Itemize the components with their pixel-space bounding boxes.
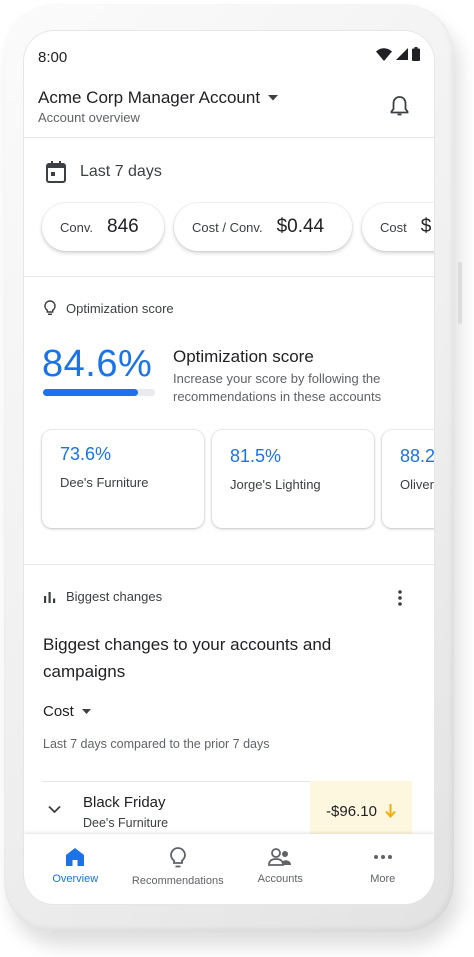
account-name: Acme Corp Manager Account xyxy=(38,88,261,107)
lightbulb-icon xyxy=(169,847,186,868)
account-name: Jorge's Lighting xyxy=(230,477,321,492)
metric-chip-cost-per-conversion[interactable]: Cost / Conv. $0.44 xyxy=(174,203,352,251)
list-item[interactable]: Black Friday Dee's Furniture -$96.10 xyxy=(42,781,412,841)
nav-overview[interactable]: Overview xyxy=(24,834,127,904)
metric-value: $ xyxy=(420,216,432,237)
section-divider xyxy=(24,564,434,565)
section-divider xyxy=(24,276,434,277)
metric-label: Cost xyxy=(380,219,407,235)
overflow-menu-button[interactable] xyxy=(398,590,402,611)
dropdown-arrow-icon xyxy=(81,709,91,714)
optimization-score-value: 84.6% xyxy=(42,343,153,385)
optimization-progress-bar xyxy=(43,389,155,396)
account-score: 88.2 xyxy=(400,446,434,466)
account-name: Oliver xyxy=(400,477,434,492)
metric-chip-conversions[interactable]: Conv. 846 xyxy=(42,203,164,251)
metric-dropdown-label: Cost xyxy=(43,703,74,720)
more-vertical-icon xyxy=(398,590,402,606)
nav-more[interactable]: More xyxy=(332,834,435,904)
nav-label: Overview xyxy=(52,873,99,885)
optimization-section-label: Optimization score xyxy=(66,300,174,316)
biggest-changes-label: Biggest changes xyxy=(66,589,163,604)
phone-side-button xyxy=(458,262,462,324)
arrow-down-icon xyxy=(385,804,396,818)
date-range-label: Last 7 days xyxy=(80,163,162,180)
nav-recommendations[interactable]: Recommendations xyxy=(127,834,230,904)
metric-value: 846 xyxy=(107,216,139,237)
home-icon xyxy=(66,848,85,866)
account-name: Dee's Furniture xyxy=(60,475,149,490)
app-screen: 8:00 Acme Corp Manager Account Account o… xyxy=(24,31,434,904)
biggest-changes-header: Biggest changes xyxy=(44,589,162,604)
status-icons xyxy=(376,47,420,61)
lightbulb-icon xyxy=(44,300,56,316)
status-time: 8:00 xyxy=(38,49,68,66)
optimization-section-header: Optimization score xyxy=(44,300,174,316)
bottom-navigation: Overview Recommendations Accounts More xyxy=(24,834,434,904)
row-subtitle: Dee's Furniture xyxy=(83,816,169,830)
date-range-selector[interactable]: Last 7 days xyxy=(46,161,162,183)
biggest-changes-title: Biggest changes to your accounts and cam… xyxy=(43,635,332,681)
account-subtitle: Account overview xyxy=(38,110,140,125)
metric-label: Cost / Conv. xyxy=(192,219,263,235)
battery-icon xyxy=(412,47,420,61)
more-horizontal-icon xyxy=(373,855,392,859)
comparison-note: Last 7 days compared to the prior 7 days xyxy=(43,737,270,751)
metric-value: $0.44 xyxy=(276,216,325,237)
delta-value: -$96.10 xyxy=(326,802,377,820)
optimization-progress-fill xyxy=(43,389,138,396)
wifi-icon xyxy=(376,47,392,61)
nav-label: Accounts xyxy=(257,873,303,885)
calendar-icon xyxy=(46,161,66,183)
optimization-description: Increase your score by following the rec… xyxy=(173,371,382,404)
notifications-button[interactable] xyxy=(390,95,409,122)
accounts-icon xyxy=(268,848,292,866)
bell-icon xyxy=(390,96,409,116)
account-score-card[interactable]: 81.5% Jorge's Lighting xyxy=(212,430,374,528)
signal-icon xyxy=(396,48,408,60)
chevron-down-icon xyxy=(48,805,61,814)
dropdown-arrow-icon xyxy=(268,95,279,101)
account-score-card[interactable]: 73.6% Dee's Furniture xyxy=(42,430,204,528)
bar-chart-icon xyxy=(44,591,56,603)
metric-label: Conv. xyxy=(60,219,93,235)
row-title: Black Friday xyxy=(83,794,166,811)
nav-label: More xyxy=(370,873,396,885)
metric-chip-cost[interactable]: Cost $ xyxy=(362,203,434,251)
account-score-card[interactable]: 88.2 Oliver xyxy=(382,430,434,528)
account-score: 73.6% xyxy=(60,444,112,464)
nav-accounts[interactable]: Accounts xyxy=(229,834,332,904)
optimization-heading: Optimization score xyxy=(173,347,314,366)
metric-dropdown[interactable]: Cost xyxy=(43,703,91,720)
account-switcher[interactable]: Acme Corp Manager Account xyxy=(38,88,279,108)
header-divider xyxy=(24,137,434,138)
nav-label: Recommendations xyxy=(131,875,224,887)
change-delta: -$96.10 xyxy=(310,781,412,841)
account-score: 81.5% xyxy=(230,446,282,466)
